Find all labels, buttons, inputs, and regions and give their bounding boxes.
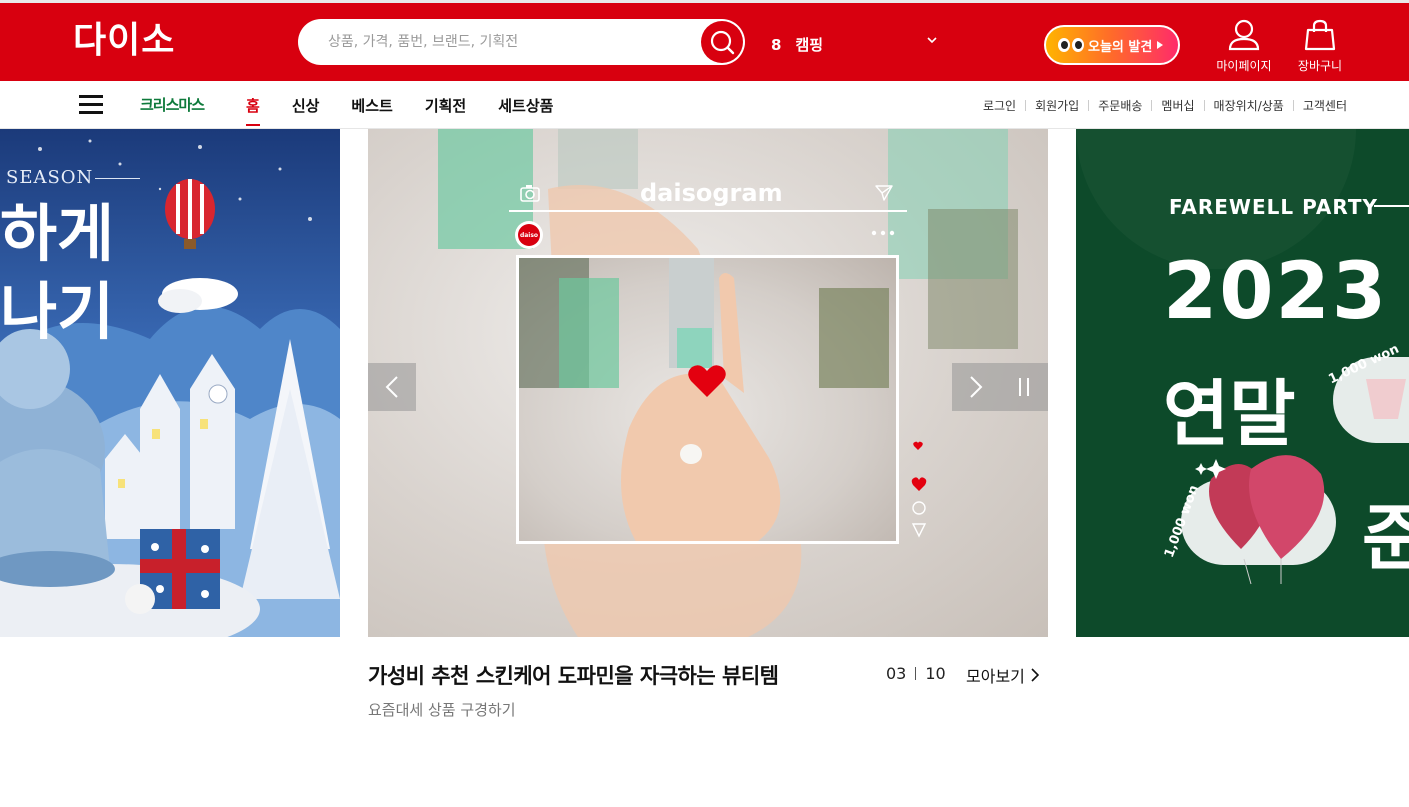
category-menu: 홈 신상 베스트 기획전 세트상품 <box>246 95 585 126</box>
slide-title: 가성비 추천 스킨케어 도파민을 자극하는 뷰티템 <box>368 664 779 688</box>
banner-next-farewell[interactable]: FAREWELL PARTY 2023 연말 준 1,000 won 1,000… <box>1076 129 1409 637</box>
chevron-right-icon <box>970 376 983 398</box>
search-input[interactable] <box>328 19 698 65</box>
view-all-label: 모아보기 <box>966 667 1025 686</box>
season-line <box>95 178 140 179</box>
farewell-word2: 준 <box>1362 496 1409 580</box>
slide-subtitle: 요즘대세 상품 구경하기 <box>368 701 516 719</box>
rank-number: 8 <box>771 35 782 54</box>
pause-slide-button[interactable] <box>1000 363 1048 411</box>
daiso-avatar: daiso <box>515 221 543 249</box>
view-all-button[interactable]: 모아보기 <box>966 663 1039 687</box>
farewell-title: FAREWELL PARTY <box>1169 195 1379 219</box>
membership-link[interactable]: 멤버십 <box>1161 97 1194 114</box>
rank-keyword: 캠핑 <box>795 36 824 54</box>
nav-item-best[interactable]: 베스트 <box>351 95 392 116</box>
christmas-link[interactable]: 크리스마스 <box>140 94 205 115</box>
divider <box>1088 100 1090 111</box>
farewell-year: 2023 <box>1163 247 1389 337</box>
nav-item-exhibition[interactable]: 기획전 <box>425 95 466 116</box>
banner-left-line1: 하게 <box>0 197 115 270</box>
banner-left-line2: 나기 <box>0 275 115 348</box>
divider <box>1203 100 1205 111</box>
divider <box>1025 100 1027 111</box>
next-slide-button[interactable] <box>952 363 1000 411</box>
banner-main-daisogram[interactable]: daisogram daiso <box>368 129 1048 637</box>
search-box <box>298 19 745 65</box>
main-nav: 크리스마스 홈 신상 베스트 기획전 세트상품 로그인 회원가입 주문배송 멤버… <box>0 81 1409 129</box>
farewell-line <box>1374 205 1409 207</box>
signup-link[interactable]: 회원가입 <box>1035 97 1079 114</box>
shopping-bag-icon <box>1304 19 1336 51</box>
cart-button[interactable]: 장바구니 <box>1285 19 1355 74</box>
nav-item-home[interactable]: 홈 <box>246 95 260 126</box>
order-delivery-link[interactable]: 주문배송 <box>1098 97 1142 114</box>
search-button[interactable] <box>701 21 743 63</box>
today-discovery-label: 오늘의 발견 <box>1088 39 1153 55</box>
mypage-button[interactable]: 마이페이지 <box>1209 19 1279 74</box>
customer-center-link[interactable]: 고객센터 <box>1303 97 1347 114</box>
user-icon <box>1228 19 1260 51</box>
search-icon <box>710 30 735 55</box>
popular-keyword[interactable]: 8 캠핑 <box>771 34 823 55</box>
chevron-right-icon <box>1031 668 1039 682</box>
store-location-link[interactable]: 매장위치/상품 <box>1214 97 1284 114</box>
nav-item-new[interactable]: 신상 <box>292 95 320 116</box>
pager-divider <box>915 667 917 680</box>
daiso-logo[interactable]: 다이소 <box>73 21 175 61</box>
today-discovery-button[interactable]: 오늘의 발견 <box>1044 25 1180 65</box>
pause-icon <box>1019 378 1029 396</box>
farewell-word: 연말 <box>1163 372 1296 456</box>
play-arrow-icon <box>1157 41 1164 49</box>
divider <box>1151 100 1153 111</box>
send-icon <box>875 185 893 201</box>
banner-prev-winter[interactable]: SEASON 하게 나기 <box>0 129 340 637</box>
nav-item-set[interactable]: 세트상품 <box>498 95 553 116</box>
more-dots-icon <box>871 230 895 236</box>
insta-photo <box>516 255 899 544</box>
heart-icon <box>688 365 726 397</box>
menu-icon[interactable] <box>79 95 103 115</box>
avatar-text: daiso <box>518 224 540 246</box>
chevron-down-icon[interactable] <box>925 33 939 47</box>
daisogram-title: daisogram <box>640 179 783 207</box>
hand-product-photo <box>519 258 889 541</box>
login-link[interactable]: 로그인 <box>983 97 1016 114</box>
season-label: SEASON <box>6 167 94 188</box>
current-slide: 03 <box>886 664 907 683</box>
cart-label: 장바구니 <box>1297 59 1343 73</box>
slide-pager: 03 10 <box>886 664 946 683</box>
mypage-label: 마이페이지 <box>1216 59 1272 73</box>
prev-slide-button[interactable] <box>368 363 416 411</box>
camera-icon <box>520 185 540 202</box>
top-header: 다이소 8 캠핑 오늘의 발견 마이페이지 <box>0 0 1409 81</box>
utility-links: 로그인 회원가입 주문배송 멤버십 매장위치/상품 고객센터 <box>983 97 1347 114</box>
eyes-icon <box>1058 38 1084 52</box>
divider <box>1292 100 1294 111</box>
insta-action-icons <box>911 441 927 538</box>
insta-divider <box>509 210 907 212</box>
total-slides: 10 <box>925 664 946 683</box>
chevron-left-icon <box>385 376 398 398</box>
